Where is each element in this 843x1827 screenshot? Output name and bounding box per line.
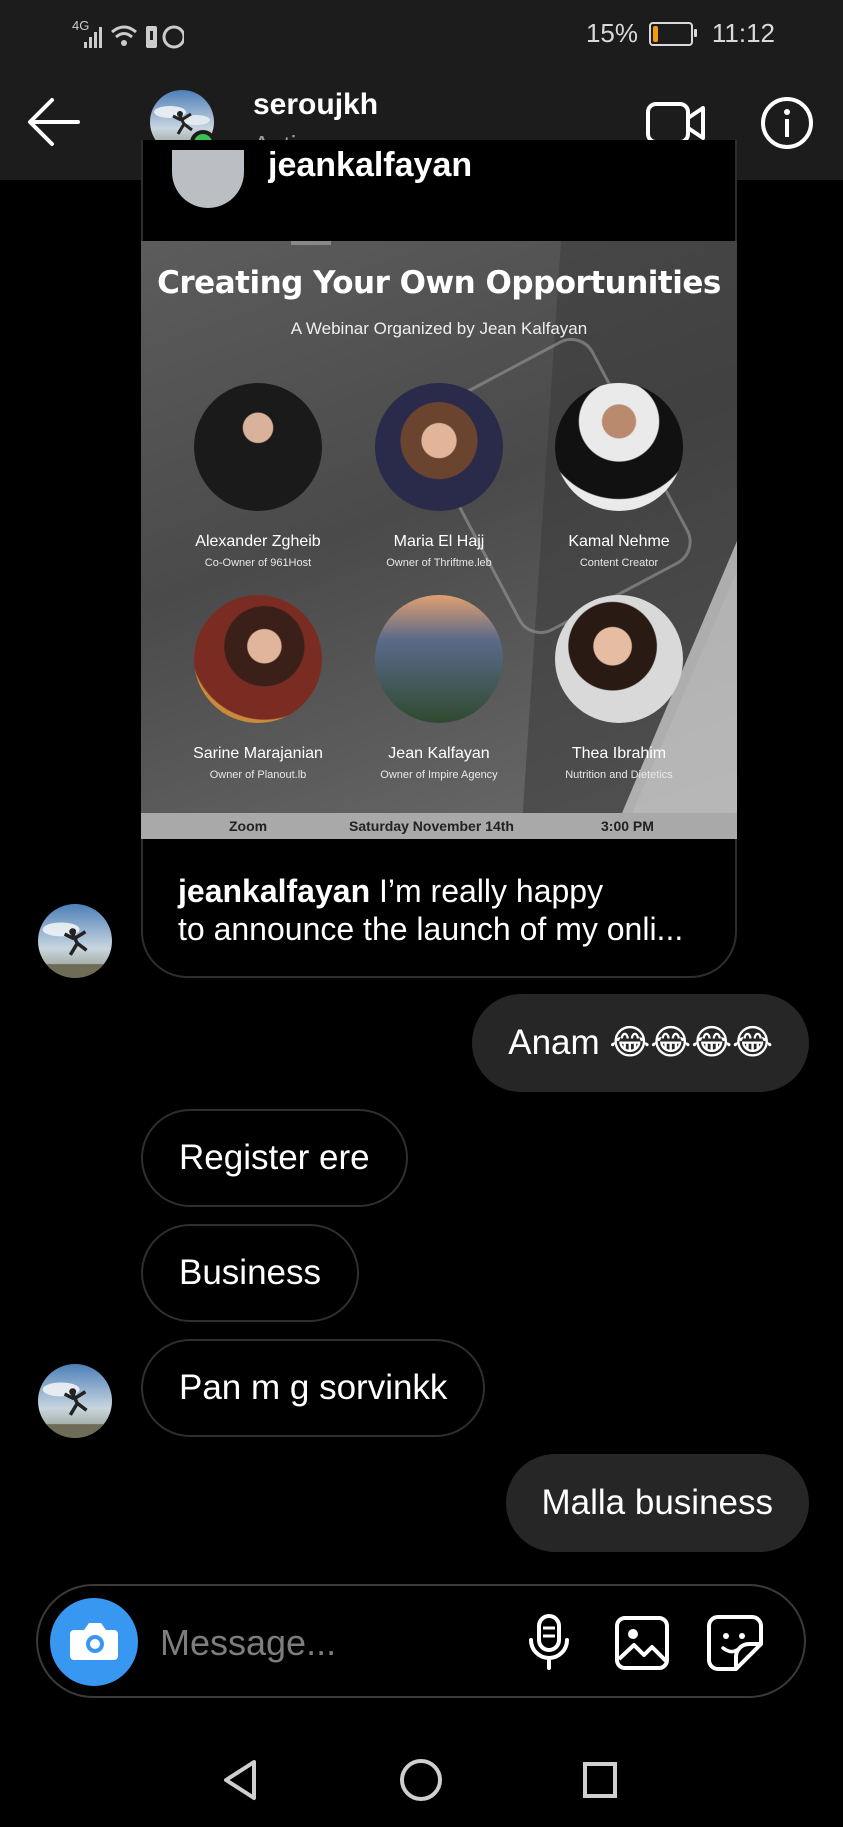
sender-avatar[interactable] (38, 904, 112, 978)
speaker-photo (194, 383, 322, 511)
speaker-role: Owner of Planout.lb (209, 769, 307, 781)
sender-avatar[interactable] (38, 1364, 112, 1438)
speaker-card: Maria El Hajj Owner of Thriftme.leb (349, 383, 529, 569)
info-button[interactable] (760, 96, 814, 150)
speaker-card: Jean Kalfayan Owner of Impire Agency (349, 595, 529, 781)
speaker-card: Alexander Zgheib Co-Owner of 961Host (168, 383, 348, 569)
sticker-button[interactable] (706, 1614, 764, 1672)
speaker-photo (194, 595, 322, 723)
microphone-icon (529, 1614, 569, 1670)
speaker-photo (555, 383, 683, 511)
nav-home-button[interactable] (399, 1758, 443, 1802)
avatar-photo (38, 1364, 112, 1438)
speaker-card: Kamal Nehme Content Creator (529, 383, 709, 569)
speaker-name: Maria El Hajj (393, 533, 485, 550)
camera-button[interactable] (50, 1598, 138, 1686)
gallery-button[interactable] (614, 1615, 670, 1671)
triangle-back-icon (224, 1760, 256, 1800)
image-icon (615, 1616, 669, 1670)
speaker-role: Owner of Impire Agency (380, 769, 498, 781)
message-bubble-outgoing[interactable]: Malla business (505, 1454, 809, 1552)
back-button[interactable] (22, 92, 86, 152)
post-author-name: jeankalfayan (268, 150, 473, 184)
square-recents-icon (583, 1762, 617, 1798)
contact-username[interactable]: seroujkh (253, 88, 378, 122)
nav-back-button[interactable] (220, 1758, 260, 1802)
nav-recents-button[interactable] (582, 1760, 618, 1800)
speaker-photo (375, 595, 503, 723)
poster-time: 3:00 PM (601, 818, 654, 834)
message-bubble-incoming[interactable]: Pan m g sorvinkk (141, 1339, 486, 1437)
speaker-role: Co-Owner of 961Host (204, 557, 312, 569)
message-bubble-incoming[interactable]: Business (141, 1224, 360, 1322)
message-input[interactable] (158, 1612, 492, 1674)
message-bubble-outgoing[interactable]: Anam 😂😂😂😂 (472, 994, 809, 1092)
battery-fill (653, 26, 658, 42)
camera-icon (70, 1623, 118, 1660)
battery-percent: 15% (585, 18, 638, 48)
post-caption: jeankalfayan I’m really happy to announc… (178, 872, 718, 948)
speaker-name: Alexander Zgheib (195, 533, 321, 550)
post-image[interactable]: Creating Your Own Opportunities A Webina… (141, 241, 737, 839)
caption-text-2: to announce the launch of my onli... (178, 911, 684, 947)
info-icon (761, 97, 813, 149)
caption-author: jeankalfayan (178, 873, 371, 909)
speaker-name: Jean Kalfayan (388, 745, 490, 762)
speaker-name: Kamal Nehme (568, 533, 670, 550)
poster-date: Saturday November 14th (349, 818, 514, 834)
avatar-photo (38, 904, 112, 978)
speaker-photo (375, 383, 503, 511)
clock: 11:12 (711, 18, 775, 48)
sticker-icon (707, 1615, 763, 1671)
speaker-name: Thea Ibrahim (571, 745, 667, 762)
speaker-role: Content Creator (579, 557, 659, 569)
speaker-role: Owner of Thriftme.leb (386, 557, 492, 569)
signal-icon (84, 25, 184, 49)
speaker-name: Sarine Marajanian (193, 745, 323, 762)
speaker-card: Sarine Marajanian Owner of Planout.lb (168, 595, 348, 781)
caption-text-1: I’m really happy (379, 873, 604, 909)
circle-home-icon (400, 1759, 442, 1801)
battery-icon (649, 22, 697, 46)
poster-subtitle: A Webinar Organized by Jean Kalfayan (290, 319, 588, 338)
message-bubble-incoming[interactable]: Register ere (141, 1109, 408, 1207)
poster-title: Creating Your Own Opportunities (157, 265, 721, 301)
speaker-photo (555, 595, 683, 723)
poster-platform: Zoom (229, 818, 268, 834)
poster-footer: Zoom Saturday November 14th 3:00 PM (141, 813, 737, 839)
arrow-left-icon (28, 98, 80, 146)
speaker-card: Thea Ibrahim Nutrition and Dietetics (529, 595, 709, 781)
speaker-role: Nutrition and Dietetics (565, 769, 673, 781)
voice-message-button[interactable] (525, 1612, 573, 1672)
